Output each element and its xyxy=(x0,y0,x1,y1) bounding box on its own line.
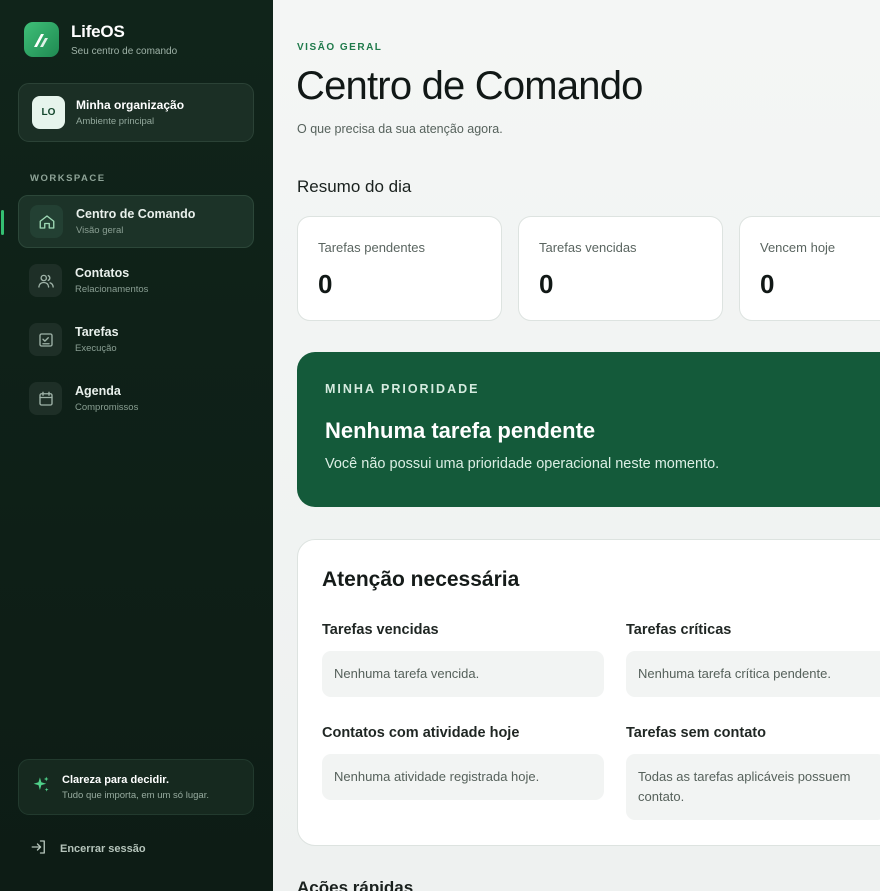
attention-block-tarefas-criticas: Tarefas críticas Nenhuma tarefa crítica … xyxy=(626,622,880,697)
sidebar-item-centro-de-comando[interactable]: Centro de Comando Visão geral xyxy=(1,195,254,248)
stat-card-tarefas-pendentes[interactable]: Tarefas pendentes 0 xyxy=(297,216,502,321)
priority-eyebrow: MINHA PRIORIDADE xyxy=(325,382,480,396)
stat-card-vencem-hoje[interactable]: Vencem hoje 0 xyxy=(739,216,880,321)
sidebar-item-agenda[interactable]: Agenda Compromissos xyxy=(18,372,254,425)
sidebar: LifeOS Seu centro de comando LO Minha or… xyxy=(0,0,273,891)
priority-title: Nenhuma tarefa pendente xyxy=(325,418,596,443)
org-name: Minha organização xyxy=(76,98,185,112)
workspace-section-label: WORKSPACE xyxy=(30,173,106,184)
brand[interactable]: LifeOS Seu centro de comando xyxy=(24,22,177,57)
tip-card: Clareza para decidir. Tudo que importa, … xyxy=(18,759,254,815)
sidebar-item-tarefas[interactable]: Tarefas Execução xyxy=(18,313,254,366)
home-icon xyxy=(30,205,63,238)
attention-message: Todas as tarefas aplicáveis possuem cont… xyxy=(626,754,880,820)
quick-actions-title: Ações rápidas xyxy=(297,878,414,891)
lifeos-logo-icon xyxy=(24,22,59,57)
attention-block-tarefas-sem-contato: Tarefas sem contato Todas as tarefas apl… xyxy=(626,725,880,820)
tip-subtitle: Tudo que importa, em um só lugar. xyxy=(62,789,209,801)
sidebar-item-sublabel: Visão geral xyxy=(76,225,124,236)
priority-subtitle: Você não possui uma prioridade operacion… xyxy=(325,456,720,472)
organization-switcher[interactable]: LO Minha organização Ambiente principal xyxy=(18,83,254,142)
attention-label: Tarefas vencidas xyxy=(322,622,439,638)
logout-label: Encerrar sessão xyxy=(60,842,146,855)
logout-icon xyxy=(30,838,48,859)
attention-message: Nenhuma tarefa vencida. xyxy=(322,651,604,697)
sidebar-item-label: Agenda xyxy=(75,384,121,398)
checklist-icon xyxy=(29,323,62,356)
attention-message: Nenhuma atividade registrada hoje. xyxy=(322,754,604,800)
org-subtitle: Ambiente principal xyxy=(76,116,155,127)
stat-value: 0 xyxy=(539,269,554,299)
attention-card: Atenção necessária Tarefas vencidas Nenh… xyxy=(297,539,880,846)
summary-title: Resumo do dia xyxy=(297,177,412,196)
stat-label: Tarefas pendentes xyxy=(318,240,425,255)
calendar-icon xyxy=(29,382,62,415)
attention-message: Nenhuma tarefa crítica pendente. xyxy=(626,651,880,697)
attention-block-tarefas-vencidas: Tarefas vencidas Nenhuma tarefa vencida. xyxy=(322,622,604,697)
org-avatar: LO xyxy=(32,96,65,129)
sidebar-item-contatos[interactable]: Contatos Relacionamentos xyxy=(18,254,254,307)
priority-card: MINHA PRIORIDADE Nenhuma tarefa pendente… xyxy=(297,352,880,507)
brand-name: LifeOS xyxy=(71,22,125,41)
summary-cards: Tarefas pendentes 0 Tarefas vencidas 0 V… xyxy=(297,216,880,321)
logout-button[interactable]: Encerrar sessão xyxy=(30,838,146,859)
users-icon xyxy=(29,264,62,297)
sparkle-icon xyxy=(32,775,51,799)
sidebar-item-label: Centro de Comando xyxy=(76,207,196,221)
sidebar-item-sublabel: Execução xyxy=(75,343,117,354)
attention-label: Contatos com atividade hoje xyxy=(322,725,520,741)
sidebar-item-sublabel: Compromissos xyxy=(75,402,139,413)
attention-title: Atenção necessária xyxy=(322,568,520,591)
page-eyebrow: VISÃO GERAL xyxy=(297,42,383,53)
stat-value: 0 xyxy=(760,269,775,299)
main-content: VISÃO GERAL Centro de Comando O que prec… xyxy=(273,0,880,891)
sidebar-nav: Centro de Comando Visão geral Contatos R… xyxy=(1,195,254,431)
brand-tagline: Seu centro de comando xyxy=(71,46,178,57)
stat-label: Tarefas vencidas xyxy=(539,240,637,255)
sidebar-item-sublabel: Relacionamentos xyxy=(75,284,149,295)
stat-value: 0 xyxy=(318,269,333,299)
attention-block-contatos-atividade: Contatos com atividade hoje Nenhuma ativ… xyxy=(322,725,604,800)
tip-title: Clareza para decidir. xyxy=(62,773,169,786)
sidebar-item-label: Contatos xyxy=(75,266,130,280)
stat-card-tarefas-vencidas[interactable]: Tarefas vencidas 0 xyxy=(518,216,723,321)
attention-label: Tarefas sem contato xyxy=(626,725,766,741)
sidebar-item-label: Tarefas xyxy=(75,325,119,339)
stat-label: Vencem hoje xyxy=(760,240,836,255)
page-title: Centro de Comando xyxy=(296,64,643,108)
page-subtitle: O que precisa da sua atenção agora. xyxy=(297,122,503,136)
attention-label: Tarefas críticas xyxy=(626,622,732,638)
